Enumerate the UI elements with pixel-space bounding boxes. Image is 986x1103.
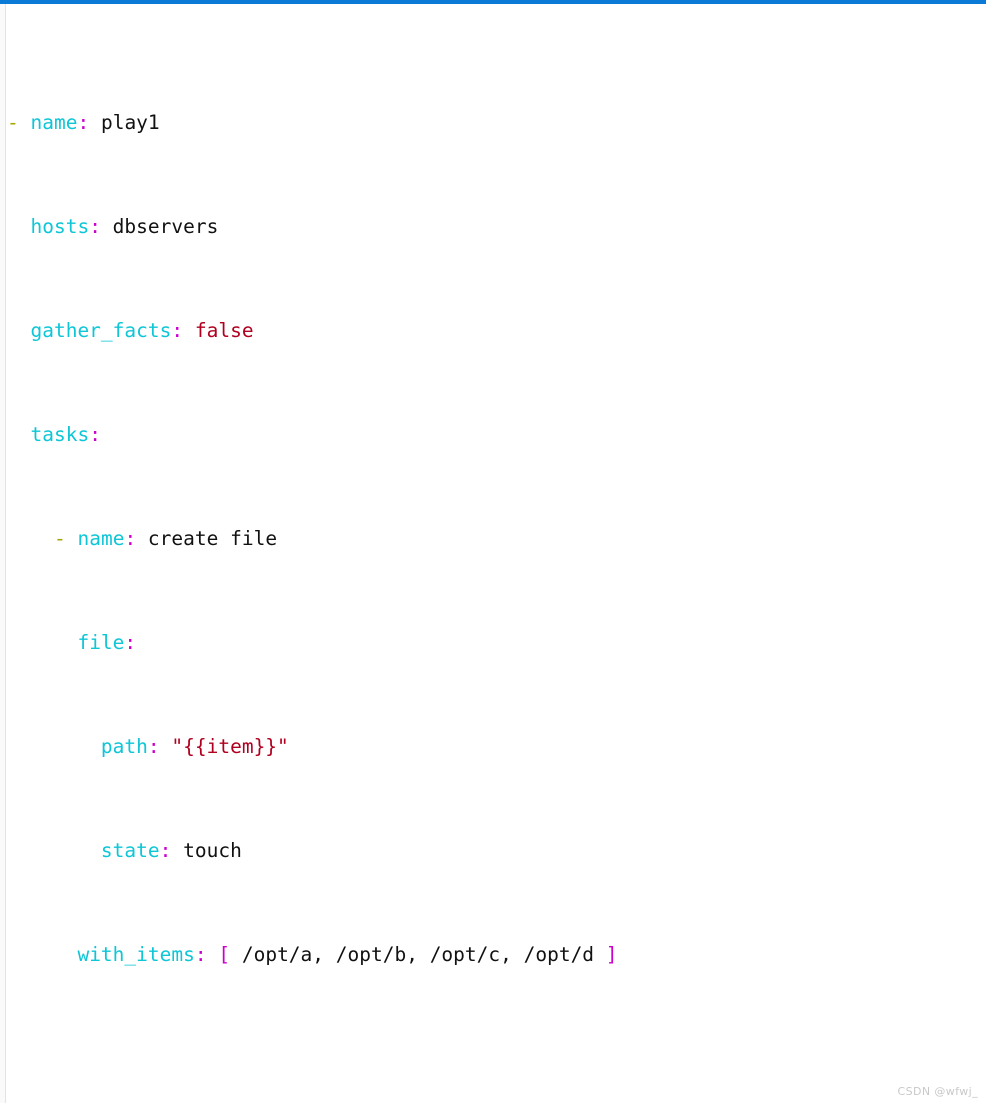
key-name: name: [77, 527, 125, 550]
code-line-9: with_items: [ /opt/a, /opt/b, /opt/c, /o…: [77, 943, 618, 966]
key-file: file: [77, 631, 125, 654]
editor-gutter: [0, 4, 6, 1103]
list-dash: -: [53, 527, 66, 550]
key-name: name: [30, 111, 78, 134]
key-gather-facts: gather_facts: [30, 319, 172, 342]
value-item-template: "{{item}}": [171, 735, 289, 758]
value-touch: touch: [171, 839, 242, 862]
key-state: state: [100, 839, 160, 862]
yaml-code-block: - name: play1 hosts: dbservers gather_fa…: [7, 6, 794, 1103]
code-line-2: hosts: dbservers: [30, 215, 219, 238]
bracket-open: [: [218, 943, 231, 966]
value-false: false: [194, 319, 254, 342]
code-line-1: - name: play1: [7, 111, 160, 134]
code-line-6: file:: [77, 631, 137, 654]
code-screenshot: - name: play1 hosts: dbservers gather_fa…: [0, 0, 986, 1103]
code-editor-area[interactable]: - name: play1 hosts: dbservers gather_fa…: [7, 4, 986, 1103]
bracket-close: ]: [605, 943, 618, 966]
key-hosts: hosts: [30, 215, 90, 238]
key-with-items: with_items: [77, 943, 195, 966]
key-tasks: tasks: [30, 423, 90, 446]
value-opt-list: /opt/a, /opt/b, /opt/c, /opt/d: [230, 943, 606, 966]
key-path: path: [100, 735, 148, 758]
value-dbservers: dbservers: [100, 215, 219, 238]
value-create-file: create file: [136, 527, 278, 550]
code-line-3: gather_facts: false: [30, 319, 254, 342]
value-play1: play1: [89, 111, 160, 134]
code-line-4: tasks:: [30, 423, 101, 446]
code-line-5: - name: create file: [53, 527, 278, 550]
csdn-watermark: CSDN @wfwj_: [897, 1085, 978, 1098]
list-dash: -: [7, 111, 19, 134]
code-line-10-blank: [7, 1046, 794, 1072]
code-line-7: path: "{{item}}": [100, 735, 289, 758]
code-line-8: state: touch: [100, 839, 242, 862]
